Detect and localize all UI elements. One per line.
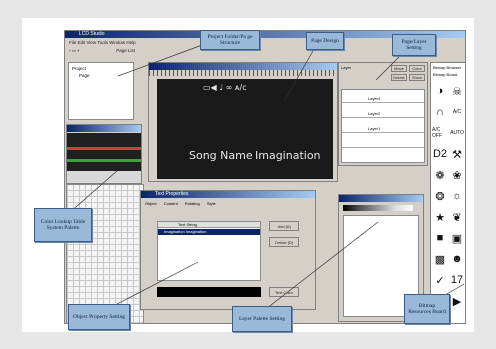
- callout-page-layer: Page/Layer Setting: [392, 34, 436, 56]
- callout-bitmap-board: Bitmap Resources Board: [404, 294, 450, 324]
- callout-color-lookup: Color Lookup Table System Palette: [34, 208, 92, 242]
- callout-layer-palette: Layer Palette Setting: [232, 306, 292, 332]
- callout-object-property: Object Property Setting: [68, 304, 130, 330]
- screenshot-frame: LCD Studio File Edit View Tools Window H…: [0, 0, 496, 349]
- callout-project-folder: Project Folder/Pa ge Structure: [200, 30, 260, 50]
- callout-page-design: Page Design: [306, 32, 344, 50]
